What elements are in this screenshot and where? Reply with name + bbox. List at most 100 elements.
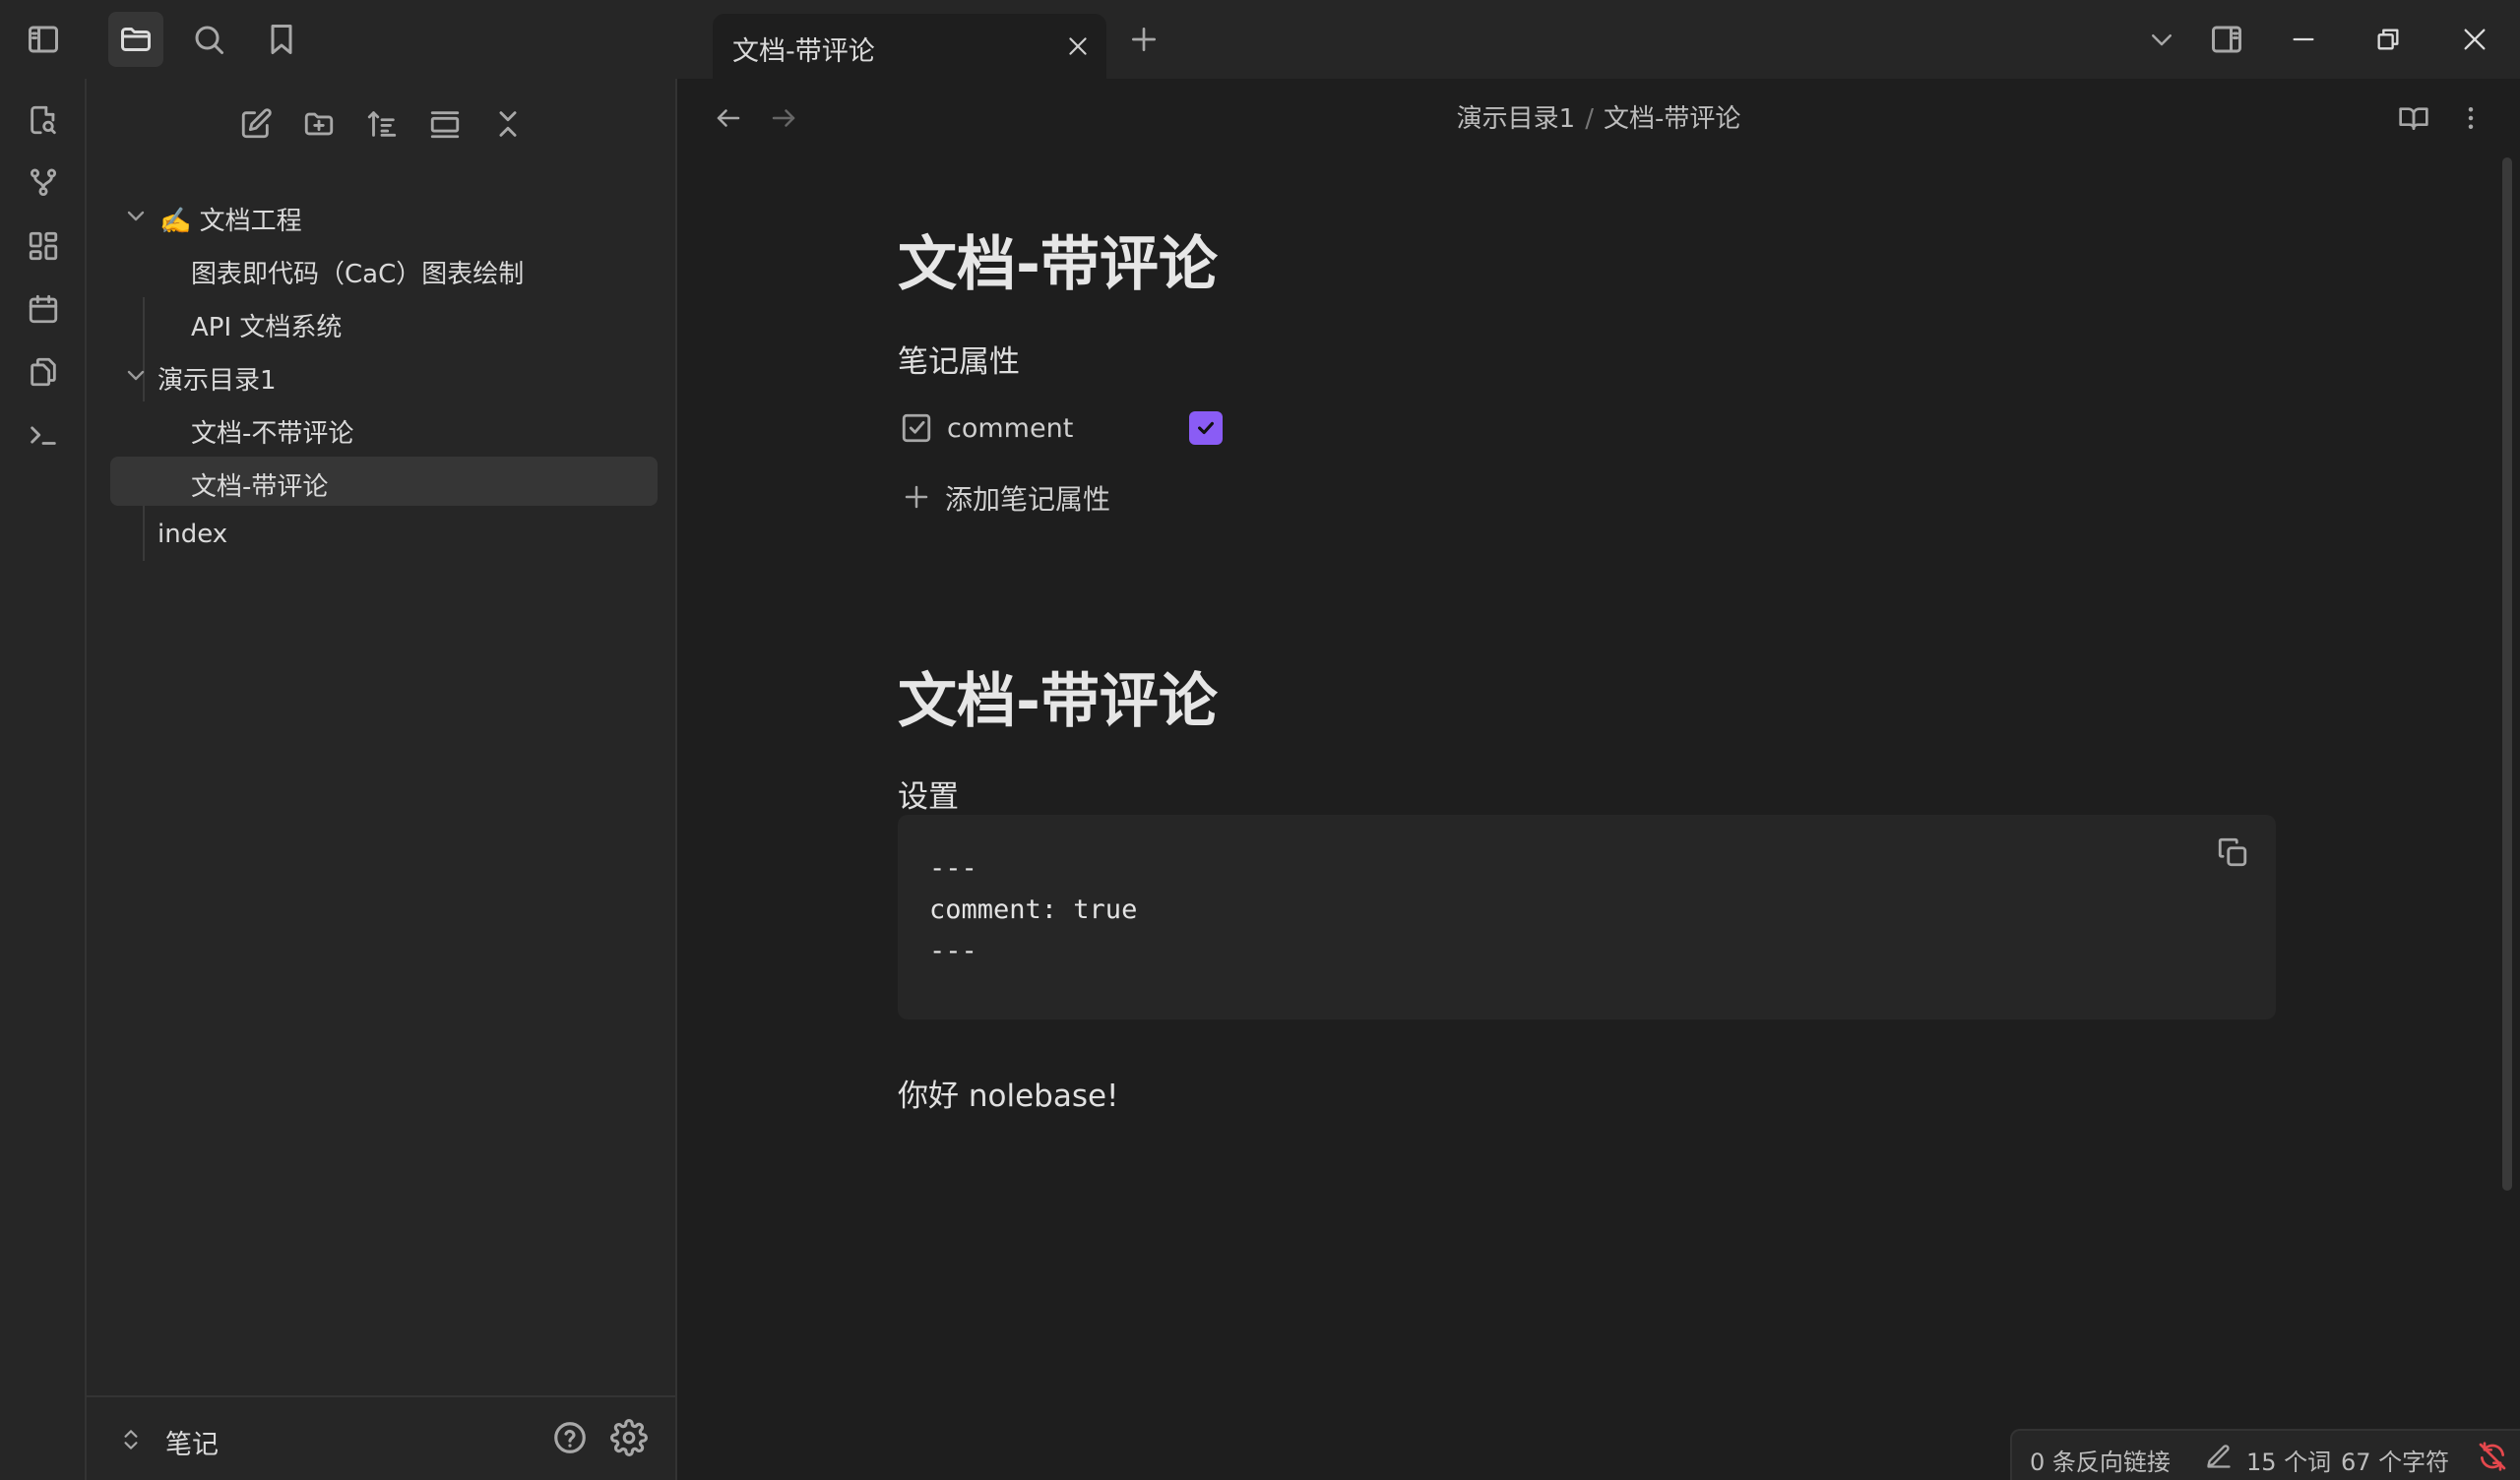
chevron-up-down-icon bbox=[124, 1430, 138, 1449]
toggle-sidebar-button[interactable] bbox=[16, 12, 71, 67]
plus-icon bbox=[905, 485, 928, 509]
scrollbar[interactable] bbox=[2502, 157, 2512, 1191]
folder-plus-icon bbox=[304, 112, 334, 136]
edit-icon bbox=[241, 108, 272, 139]
back-button[interactable] bbox=[707, 96, 750, 140]
toggle-right-sidebar-button[interactable] bbox=[2199, 12, 2254, 67]
property-checkbox[interactable] bbox=[1189, 411, 1223, 445]
tab-list-button[interactable] bbox=[2134, 12, 2189, 67]
sort-button[interactable] bbox=[358, 100, 406, 148]
tab-close-button[interactable] bbox=[1061, 30, 1095, 63]
copy-code-button[interactable] bbox=[2211, 831, 2254, 874]
forward-button[interactable] bbox=[762, 96, 805, 140]
breadcrumb-folder[interactable]: 演示目录1 bbox=[1457, 104, 1576, 134]
ribbon-graph-button[interactable] bbox=[20, 159, 67, 207]
code-block[interactable]: --- comment: true --- bbox=[898, 815, 2276, 1019]
tree-item-label: 演示目录1 bbox=[158, 366, 277, 396]
more-options-button[interactable] bbox=[2449, 96, 2492, 140]
restore-button[interactable] bbox=[2361, 12, 2416, 67]
close-icon bbox=[2464, 29, 2486, 50]
folder-icon bbox=[121, 28, 151, 51]
close-icon bbox=[1069, 37, 1087, 55]
status-bar: 0 条反向链接 15 个词 67 个字符 bbox=[2010, 1429, 2520, 1480]
char-count: 67 个字符 bbox=[2341, 1449, 2450, 1476]
add-property-label: 添加笔记属性 bbox=[945, 483, 1111, 516]
auto-reveal-button[interactable] bbox=[421, 100, 469, 148]
collapse-icon bbox=[499, 111, 517, 137]
breadcrumb-separator: / bbox=[1585, 104, 1594, 134]
pencil-icon[interactable] bbox=[2205, 1443, 2233, 1470]
help-icon bbox=[554, 1422, 586, 1453]
bookmarks-view-button[interactable] bbox=[254, 12, 309, 67]
title-bar: 文档-带评论 bbox=[0, 0, 2520, 79]
property-key[interactable]: comment bbox=[947, 413, 1073, 444]
collapse-all-button[interactable] bbox=[484, 100, 532, 148]
search-icon bbox=[195, 26, 223, 54]
ribbon-templates-button[interactable] bbox=[20, 348, 67, 396]
tree-file[interactable]: index bbox=[110, 510, 658, 559]
code-line: comment: true bbox=[929, 894, 1138, 925]
tree-file[interactable]: 文档-不带评论 bbox=[110, 403, 658, 453]
gear-icon bbox=[610, 1419, 648, 1456]
settings-button[interactable] bbox=[610, 1419, 650, 1458]
sync-error-icon[interactable] bbox=[2477, 1441, 2508, 1472]
check-icon bbox=[1198, 421, 1214, 435]
new-folder-button[interactable] bbox=[295, 100, 343, 148]
search-view-button[interactable] bbox=[181, 12, 236, 67]
tree-item-label: 文档-带评论 bbox=[191, 472, 329, 502]
code-line: --- bbox=[929, 936, 977, 966]
sidebar-left-icon bbox=[29, 26, 58, 53]
ribbon-command-palette-button[interactable] bbox=[20, 411, 67, 459]
new-tab-button[interactable] bbox=[1116, 12, 1171, 67]
calendar-icon bbox=[29, 294, 58, 324]
properties-heading: 笔记属性 bbox=[898, 344, 1020, 380]
code-content: --- comment: true --- bbox=[929, 848, 1137, 972]
new-note-button[interactable] bbox=[232, 100, 280, 148]
tree-item-label: ✍️ 文档工程 bbox=[159, 207, 302, 236]
property-row: comment bbox=[898, 403, 1587, 457]
tree-file[interactable]: 图表即代码（CaC）图表绘制 bbox=[110, 244, 658, 293]
sort-icon bbox=[367, 111, 397, 137]
ribbon-canvas-button[interactable] bbox=[20, 222, 67, 270]
copy-files-icon bbox=[31, 357, 56, 387]
book-open-icon bbox=[2399, 107, 2428, 130]
restore-icon bbox=[2377, 29, 2399, 50]
tree-item-label: 文档-不带评论 bbox=[191, 419, 354, 449]
help-button[interactable] bbox=[551, 1419, 591, 1458]
vault-switcher[interactable]: 笔记 bbox=[87, 1395, 677, 1480]
reveal-icon bbox=[430, 111, 460, 139]
breadcrumb: 演示目录1 / 文档-带评论 bbox=[677, 98, 2520, 135]
chevron-down-icon bbox=[127, 370, 145, 381]
backlinks-count[interactable]: 0 条反向链接 bbox=[2030, 1443, 2171, 1477]
tree-file-selected[interactable]: 文档-带评论 bbox=[110, 457, 658, 506]
tab-title: 文档-带评论 bbox=[732, 36, 875, 67]
ribbon-daily-note-button[interactable] bbox=[20, 285, 67, 333]
ribbon-quick-switcher-button[interactable] bbox=[20, 96, 67, 144]
tree-file[interactable]: API 文档系统 bbox=[110, 297, 658, 346]
reading-view-button[interactable] bbox=[2392, 96, 2435, 140]
arrow-right-icon bbox=[772, 109, 795, 127]
more-vertical-icon bbox=[2468, 107, 2474, 129]
files-view-button[interactable] bbox=[108, 12, 163, 67]
word-count: 15 个词 bbox=[2246, 1449, 2332, 1476]
tab-active[interactable]: 文档-带评论 bbox=[713, 14, 1106, 79]
sidebar-right-icon bbox=[2212, 26, 2241, 53]
tree-folder-docs-engineering[interactable]: ✍️ 文档工程 bbox=[110, 191, 658, 240]
tree-item-label: API 文档系统 bbox=[191, 313, 343, 342]
tree-folder-demo-dir[interactable]: 演示目录1 bbox=[110, 350, 658, 400]
minimize-icon bbox=[2293, 37, 2314, 41]
checkbox-property-icon bbox=[902, 413, 931, 443]
tree-item-label: index bbox=[158, 520, 228, 549]
editor-pane: 演示目录1/文档-带评论 文档-带评论 笔记属性 comment 添加笔记属性 … bbox=[677, 79, 2520, 1480]
inline-title[interactable]: 文档-带评论 bbox=[898, 216, 1218, 302]
plus-icon bbox=[1132, 28, 1156, 51]
copy-icon bbox=[2218, 837, 2247, 867]
close-window-button[interactable] bbox=[2447, 12, 2502, 67]
ribbon bbox=[0, 79, 87, 1480]
settings-label: 设置 bbox=[898, 779, 959, 815]
arrow-left-icon bbox=[717, 109, 740, 127]
breadcrumb-file[interactable]: 文档-带评论 bbox=[1604, 104, 1740, 134]
minimize-button[interactable] bbox=[2276, 12, 2331, 67]
code-line: --- bbox=[929, 853, 977, 884]
bookmark-icon bbox=[271, 25, 292, 54]
